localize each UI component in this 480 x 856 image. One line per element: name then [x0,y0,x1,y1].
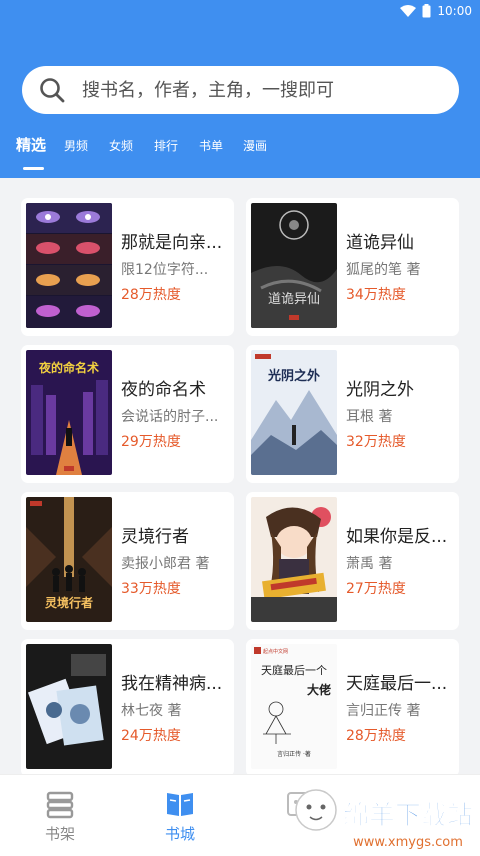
cards-cover [26,644,112,769]
book-title: 如果你是反... [346,527,448,547]
book-heat: 27万热度 [346,581,406,597]
nav-label: 书架 [44,825,75,843]
book-title: 光阴之外 [346,380,414,400]
book-title: 道诡异仙 [346,233,414,253]
book-title: 我在精神病... [121,674,223,694]
book-author: 卖报小郎君 著 [121,556,210,572]
search-input[interactable] [82,79,442,101]
bookshelf-icon [46,791,74,819]
book-author: 会说话的肘子... [121,409,219,425]
book-card[interactable]: 起点中文网 天庭最后一个 大佬 言归正传 ·著 天庭最后一... 言归正传 著 … [246,639,459,777]
tab-featured[interactable]: 精选 [16,135,46,155]
book-heat: 34万热度 [346,287,406,303]
book-author: 狐尾的笔 著 [346,262,421,278]
book-card[interactable]: 夜的命名术 夜的命名术 会说话的肘子... 29万热度 [21,345,234,483]
sketch-cover: 起点中文网 天庭最后一个 大佬 言归正传 ·著 [251,644,337,769]
status-time: 10:00 [437,4,472,18]
book-heat: 33万热度 [121,581,181,597]
nav-bookshelf[interactable]: 书架 [0,775,120,856]
tab-male[interactable]: 男频 [64,136,88,156]
anime-girl-cover [251,497,337,622]
book-card[interactable]: 光阴之外 光阴之外 耳根 著 32万热度 [246,345,459,483]
active-tab-indicator [23,167,44,170]
book-heat: 32万热度 [346,434,406,450]
watermark-text: 绵羊下载站 [343,800,473,831]
book-title: 那就是向亲... [121,233,223,253]
book-author: 限12位字符... [121,262,209,278]
search-bar[interactable] [22,66,459,114]
battery-icon [422,4,431,18]
book-title: 天庭最后一... [346,674,448,694]
top-header: 10:00 精选 男频 女频 排行 书单 漫画 [0,0,480,178]
book-card[interactable]: 如果你是反... 萧禹 著 27万热度 [246,492,459,630]
book-title: 灵境行者 [121,527,189,547]
watermark-url: www.xmygs.com [353,835,463,850]
book-card[interactable]: 灵境行者 灵境行者 卖报小郎君 著 33万热度 [21,492,234,630]
cover-author: 言归正传 ·著 [277,750,311,758]
wifi-icon [400,5,417,17]
neon-city-cover: 夜的命名术 [26,350,112,475]
category-tabs: 精选 男频 女频 排行 书单 漫画 [0,136,480,176]
site-watermark: 绵羊下载站 www.xmygs.com [295,789,473,850]
book-card[interactable]: 道诡异仙 道诡异仙 狐尾的笔 著 34万热度 [246,198,459,336]
anime-eyes-cover [26,203,112,328]
nav-bookstore[interactable]: 书城 [120,775,240,856]
cover-title-line2: 大佬 [307,682,331,697]
cover-title: 夜的命名术 [38,360,99,375]
tab-comics[interactable]: 漫画 [243,136,267,156]
ice-mountain-cover: 光阴之外 [251,350,337,475]
dark-ink-cover: 道诡异仙 [251,203,337,328]
cover-title: 道诡异仙 [268,292,320,307]
tab-female[interactable]: 女频 [109,136,133,156]
book-heat: 28万热度 [121,287,181,303]
cover-title-line1: 天庭最后一个 [261,663,327,677]
golden-figures-cover: 灵境行者 [26,497,112,622]
book-author: 言归正传 著 [346,703,421,719]
status-bar: 10:00 [400,3,472,19]
tab-ranking[interactable]: 排行 [154,136,178,156]
open-book-icon [167,793,193,816]
tab-booklist[interactable]: 书单 [199,136,223,156]
book-author: 耳根 著 [346,409,393,425]
book-author: 萧禹 著 [346,556,393,572]
search-icon [40,78,65,103]
nav-label: 书城 [164,825,195,843]
book-title: 夜的命名术 [121,380,206,400]
cover-title: 光阴之外 [267,368,320,384]
book-heat: 29万热度 [121,434,181,450]
book-card[interactable]: 那就是向亲... 限12位字符... 28万热度 [21,198,234,336]
book-author: 林七夜 著 [121,703,182,719]
book-card[interactable]: 我在精神病... 林七夜 著 24万热度 [21,639,234,777]
book-heat: 28万热度 [346,728,406,744]
book-heat: 24万热度 [121,728,181,744]
cover-title: 灵境行者 [45,595,93,610]
cover-brand: 起点中文网 [263,648,288,655]
